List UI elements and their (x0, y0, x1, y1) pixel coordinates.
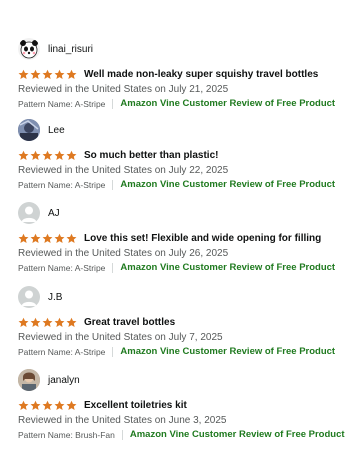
star-icon (54, 69, 65, 79)
review-date: Reviewed in the United States on June 3,… (18, 415, 227, 426)
star-icon (30, 233, 41, 243)
star-rating[interactable] (18, 317, 78, 328)
review-title[interactable]: Well made non-leaky super squishy travel… (84, 69, 318, 80)
star-rating[interactable] (18, 400, 78, 411)
reviewer-profile[interactable]: AJ (18, 202, 348, 224)
reviewer-name[interactable]: AJ (48, 208, 60, 219)
review-card: Lee So much better than plastic! Reviewe… (18, 119, 348, 190)
reviewer-name[interactable]: Lee (48, 125, 65, 136)
star-icon (42, 400, 53, 410)
star-icon (30, 400, 41, 410)
vine-badge: Amazon Vine Customer Review of Free Prod… (120, 262, 336, 273)
star-icon (42, 150, 53, 160)
review-title[interactable]: Excellent toiletries kit (84, 400, 187, 411)
star-icon (66, 400, 77, 410)
star-icon (30, 150, 41, 160)
star-icon (18, 317, 29, 327)
star-icon (42, 317, 53, 327)
review-date: Reviewed in the United States on July 7,… (18, 332, 223, 343)
star-icon (42, 233, 53, 243)
divider (112, 346, 114, 357)
star-icon (66, 233, 77, 243)
star-icon (30, 317, 41, 327)
divider (112, 98, 114, 109)
panda-avatar-icon (18, 38, 40, 60)
pattern-name: Pattern Name: A-Stripe (18, 179, 106, 190)
review-date: Reviewed in the United States on July 21… (18, 84, 229, 95)
vine-badge: Amazon Vine Customer Review of Free Prod… (120, 346, 336, 357)
star-icon (54, 400, 65, 410)
review-date: Reviewed in the United States on July 22… (18, 165, 229, 176)
default-user-avatar-icon (18, 286, 40, 308)
star-rating[interactable] (18, 233, 78, 244)
star-icon (54, 150, 65, 160)
star-rating[interactable] (18, 69, 78, 80)
star-icon (54, 233, 65, 243)
star-icon (54, 317, 65, 327)
vine-badge: Amazon Vine Customer Review of Free Prod… (120, 179, 336, 190)
review-title[interactable]: Love this set! Flexible and wide opening… (84, 233, 321, 244)
review-card: janalyn Excellent toiletries kit Reviewe… (18, 369, 348, 440)
divider (112, 179, 114, 190)
reviewer-profile[interactable]: janalyn (18, 369, 348, 391)
star-rating[interactable] (18, 150, 78, 161)
review-date: Reviewed in the United States on July 26… (18, 248, 229, 259)
pattern-name: Pattern Name: A-Stripe (18, 262, 106, 273)
photo-avatar-icon (18, 369, 40, 391)
pattern-name: Pattern Name: A-Stripe (18, 346, 106, 357)
review-card: AJ Love this set! Flexible and wide open… (18, 202, 348, 273)
vine-badge: Amazon Vine Customer Review of Free Prod… (120, 98, 336, 109)
star-icon (66, 317, 77, 327)
reviewer-name[interactable]: janalyn (48, 375, 80, 386)
review-card: linai_risuri Well made non-leaky super s… (18, 38, 348, 109)
reviewer-name[interactable]: linai_risuri (48, 44, 93, 55)
star-icon (42, 69, 53, 79)
default-user-avatar-icon (18, 202, 40, 224)
star-icon (66, 150, 77, 160)
divider (121, 429, 123, 440)
star-icon (18, 150, 29, 160)
review-title[interactable]: Great travel bottles (84, 317, 175, 328)
reviewer-profile[interactable]: J.B (18, 286, 348, 308)
star-icon (30, 69, 41, 79)
pattern-name: Pattern Name: Brush-Fan (18, 429, 115, 440)
photo-avatar-icon (18, 119, 40, 141)
reviewer-profile[interactable]: linai_risuri (18, 38, 348, 60)
star-icon (18, 400, 29, 410)
star-icon (66, 69, 77, 79)
vine-badge: Amazon Vine Customer Review of Free Prod… (129, 429, 345, 440)
review-card: J.B Great travel bottles Reviewed in the… (18, 286, 348, 357)
pattern-name: Pattern Name: A-Stripe (18, 98, 106, 109)
divider (112, 262, 114, 273)
star-icon (18, 233, 29, 243)
reviewer-name[interactable]: J.B (48, 292, 62, 303)
reviewer-profile[interactable]: Lee (18, 119, 348, 141)
review-title[interactable]: So much better than plastic! (84, 150, 218, 161)
star-icon (18, 69, 29, 79)
